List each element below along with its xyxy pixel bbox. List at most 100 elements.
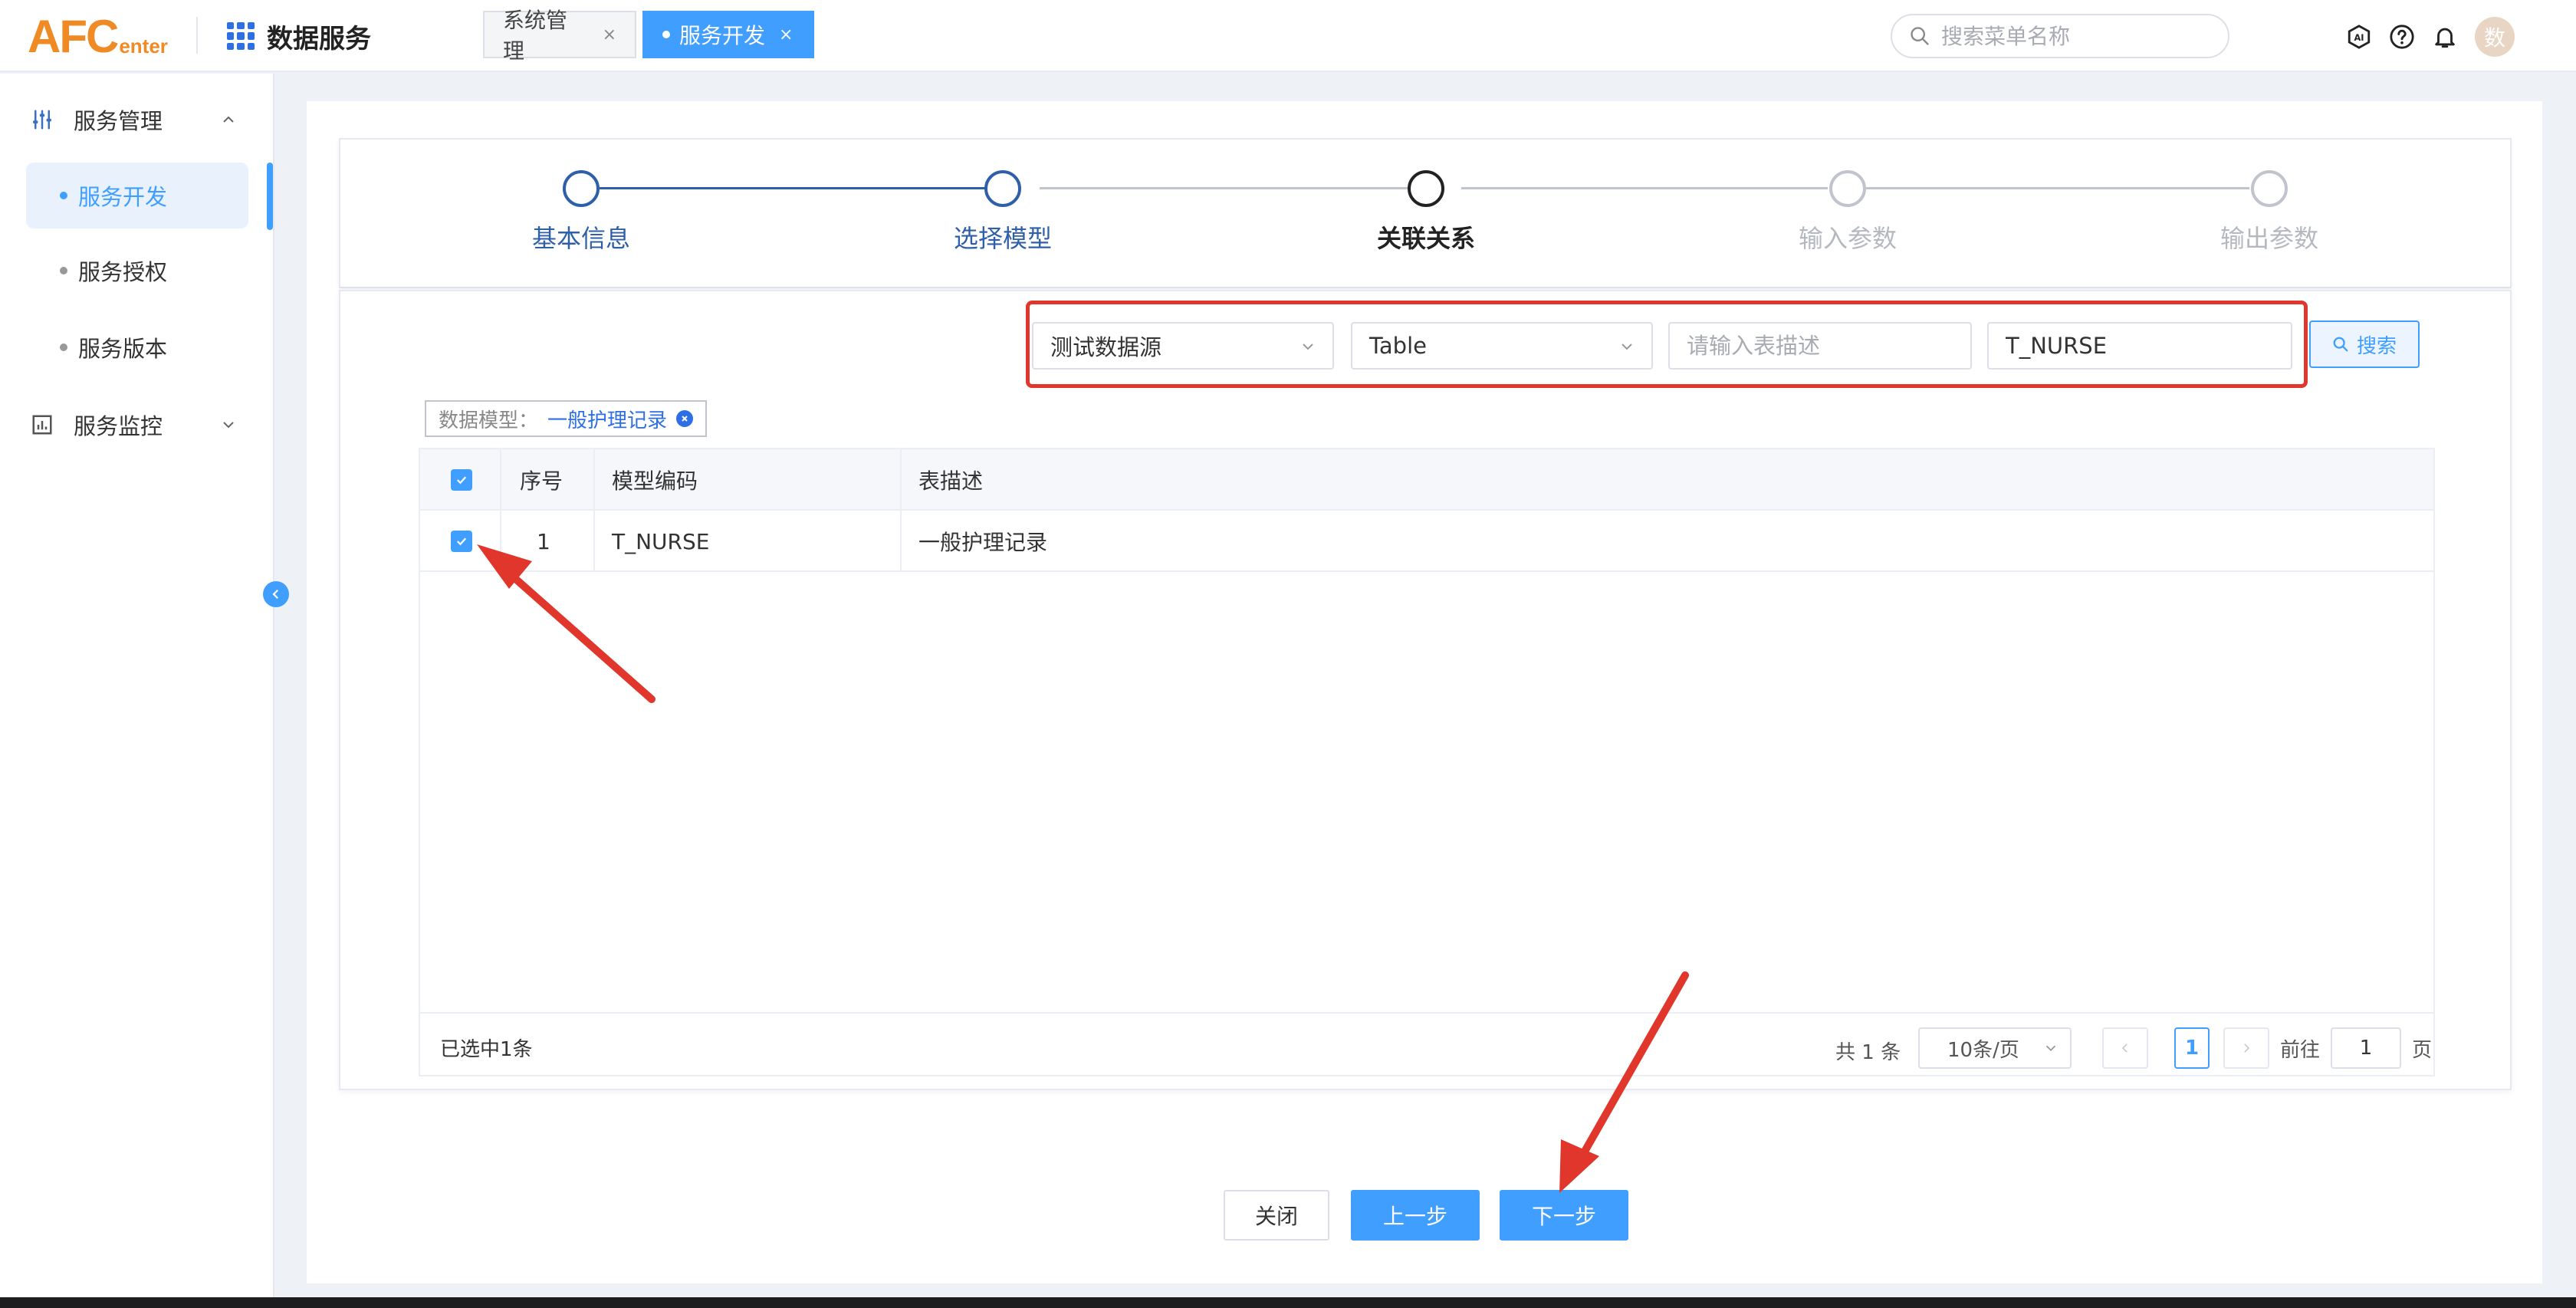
row-table-desc: 一般护理记录 [918, 530, 1048, 555]
check-icon [456, 537, 467, 546]
sidebar-group-label: 服务监控 [74, 413, 163, 439]
next-page-button[interactable] [2223, 1027, 2269, 1069]
tab-system-management[interactable]: 系统管理 × [483, 8, 636, 64]
sidebar-collapse-button[interactable] [263, 581, 289, 607]
column-header-index: 序号 [520, 468, 564, 494]
row-index: 1 [537, 528, 550, 554]
tab-close-icon[interactable]: × [603, 25, 616, 44]
sidebar-item-label: 服务授权 [78, 259, 168, 285]
svg-text:AI: AI [2354, 32, 2364, 43]
user-avatar[interactable]: 数 [2475, 17, 2515, 57]
search-icon [1911, 27, 1929, 45]
step-5-circle [2251, 170, 2288, 207]
step-connector [1461, 187, 1828, 189]
bullet-icon [60, 192, 67, 199]
tab-service-development[interactable]: 服务开发 × [642, 11, 814, 58]
app-title-text: 数据服务 [267, 23, 371, 54]
goto-prefix: 前往 [2280, 1038, 2321, 1062]
goto-suffix: 页 [2412, 1038, 2433, 1062]
search-button-label: 搜索 [2356, 334, 2397, 358]
sidebar-group-service-management[interactable]: 服务管理 [31, 97, 238, 143]
bullet-icon [60, 267, 67, 274]
column-divider [900, 449, 902, 572]
help-icon[interactable] [2389, 24, 2415, 50]
step-connector [1040, 187, 1443, 189]
sidebar-item-service-authorization[interactable]: 服务授权 [26, 238, 248, 304]
selected-model-tag: 数据模型： 一般护理记录 [425, 400, 708, 437]
search-icon [2333, 337, 2348, 352]
table-row[interactable]: 1 T_NURSE 一般护理记录 [420, 511, 2433, 572]
step-3-label: 关联关系 [1376, 224, 1475, 253]
column-divider [500, 449, 501, 572]
active-dot-icon [662, 31, 670, 38]
row-checkbox[interactable] [451, 511, 472, 572]
step-2-label: 选择模型 [953, 224, 1052, 253]
brand-logo[interactable]: AFC enter [28, 11, 168, 60]
table-header-row: 序号 模型编码 表描述 [420, 449, 2433, 511]
chevron-up-icon [223, 116, 234, 123]
annotation-highlight-box [1026, 301, 2308, 388]
header-divider [196, 17, 198, 54]
select-all-checkbox[interactable] [451, 449, 472, 511]
sliders-icon [33, 110, 51, 130]
total-count: 共 1 条 [1835, 1041, 1901, 1064]
app-title[interactable]: 数据服务 [227, 18, 371, 54]
chevron-down-icon [223, 422, 234, 429]
sidebar-item-service-version[interactable]: 服务版本 [26, 314, 248, 380]
pagination: 1 前往 1 页 [2102, 1027, 2432, 1069]
bell-icon[interactable] [2432, 24, 2458, 50]
sidebar-group-label: 服务管理 [74, 108, 163, 134]
step-4-label: 输入参数 [1798, 224, 1897, 253]
sidebar-item-label: 服务版本 [78, 336, 168, 362]
logo-text: AFC [28, 11, 119, 62]
chevron-right-icon [2244, 1043, 2250, 1053]
next-step-button[interactable]: 下一步 [1500, 1190, 1628, 1241]
search-button[interactable]: 搜索 [2309, 320, 2420, 368]
tag-key: 数据模型： [439, 409, 539, 432]
step-4-circle [1829, 170, 1866, 207]
bullet-icon [60, 343, 67, 351]
prev-page-button[interactable] [2102, 1027, 2148, 1069]
header-actions: AI 数 [2346, 17, 2515, 57]
table-footer: 已选中1条 共 1 条 10条/页 1 前往 1 页 [420, 1012, 2433, 1076]
page-size-select[interactable]: 10条/页 [1918, 1027, 2072, 1069]
menu-search-input[interactable] [1941, 23, 2217, 49]
tag-value: 一般护理记录 [547, 409, 668, 432]
step-connector [600, 187, 1003, 189]
close-button[interactable]: 关闭 [1224, 1190, 1329, 1241]
sidebar: 服务管理 服务开发 服务授权 服务版本 服务监控 [0, 74, 274, 1308]
row-model-code: T_NURSE [612, 528, 710, 554]
sidebar-item-label: 服务开发 [78, 184, 168, 210]
column-header-code: 模型编码 [612, 468, 698, 494]
ai-assistant-icon[interactable]: AI [2346, 24, 2372, 50]
sidebar-item-service-development[interactable]: 服务开发 [26, 163, 248, 228]
step-connector [1865, 187, 2249, 189]
sidebar-active-indicator [267, 163, 273, 230]
goto-page-input[interactable]: 1 [2331, 1027, 2402, 1069]
steps-panel [339, 138, 2512, 288]
step-2-circle [984, 170, 1021, 207]
sidebar-group-service-monitoring[interactable]: 服务监控 [31, 402, 238, 448]
top-header: AFC enter 数据服务 系统管理 × 服务开发 × AI 数 [0, 0, 2576, 72]
logo-subtext: enter [119, 35, 168, 58]
window-bottom-edge [0, 1297, 2576, 1308]
check-icon [456, 476, 467, 485]
selected-count: 已选中1条 [440, 1038, 533, 1061]
app-grid-icon[interactable] [227, 22, 255, 50]
prev-step-button[interactable]: 上一步 [1351, 1190, 1480, 1241]
tag-close-icon[interactable] [676, 410, 694, 427]
step-1-label: 基本信息 [531, 224, 630, 253]
step-3-circle [1408, 170, 1444, 207]
column-divider [593, 449, 595, 572]
page-number-1[interactable]: 1 [2174, 1027, 2210, 1069]
step-5-label: 输出参数 [2220, 224, 2318, 253]
chart-icon [32, 415, 52, 435]
step-1-circle [563, 170, 600, 207]
menu-search[interactable] [1891, 14, 2229, 58]
tab-close-icon[interactable]: × [779, 25, 793, 44]
page-size-wrap: 10条/页 [1918, 1027, 2072, 1069]
chevron-left-icon [272, 589, 279, 600]
chevron-down-icon [2045, 1045, 2056, 1052]
model-table: 序号 模型编码 表描述 1 T_NURSE 一般护理记录 已选中1条 共 1 条… [419, 448, 2435, 1076]
column-header-desc: 表描述 [918, 468, 984, 494]
